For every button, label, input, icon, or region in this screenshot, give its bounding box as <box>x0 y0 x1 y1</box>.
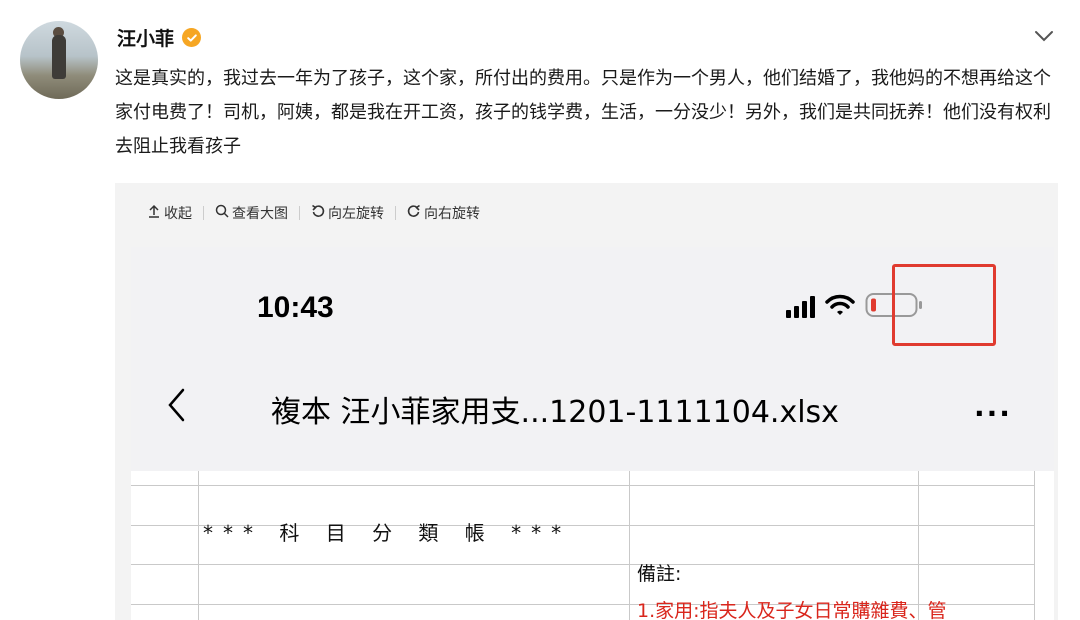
divider <box>299 206 300 220</box>
status-time: 10:43 <box>257 291 334 324</box>
grid-line <box>198 471 199 620</box>
sheet-heading: *** 科 目 分 類 帳 *** <box>203 521 572 545</box>
collapse-icon <box>147 204 161 222</box>
author-name[interactable]: 汪小菲 <box>117 24 174 51</box>
grid-line <box>1034 471 1035 620</box>
file-title: 複本 汪小菲家用支...1201-1111104.xlsx <box>271 395 839 430</box>
note-text: 1.家用:指夫人及子女日常購雜費、管 <box>637 600 947 620</box>
rotate-left-icon <box>311 204 325 222</box>
grid-line <box>629 471 630 620</box>
divider <box>203 206 204 220</box>
chevron-down-icon[interactable] <box>1034 28 1054 47</box>
avatar-person-body <box>52 35 66 79</box>
attached-screenshot[interactable]: 10:43 複本 汪小菲家用支...1201-1111104.xlsx ··· … <box>131 247 1054 620</box>
rotate-left-button[interactable]: 向左旋转 <box>311 203 384 223</box>
more-icon[interactable]: ··· <box>974 397 1012 430</box>
grid-line <box>131 485 1034 486</box>
grid-line <box>131 564 1034 565</box>
back-icon[interactable] <box>167 387 187 427</box>
note-label: 備註: <box>637 563 682 585</box>
avatar[interactable] <box>20 21 98 99</box>
image-toolbar: 收起 查看大图 向左旋转 向右旋转 <box>115 183 1058 243</box>
signal-icon <box>786 296 815 318</box>
verified-icon <box>182 28 202 47</box>
image-viewer: 收起 查看大图 向左旋转 向右旋转 10:43 複本 汪小菲家用支...1201… <box>115 183 1058 620</box>
post-author[interactable]: 汪小菲 <box>117 24 202 51</box>
wifi-icon <box>825 293 855 321</box>
collapse-button[interactable]: 收起 <box>147 203 192 223</box>
rotate-right-icon <box>407 204 421 222</box>
divider <box>395 206 396 220</box>
post-text: 这是真实的，我过去一年为了孩子，这个家，所付出的费用。只是作为一个男人，他们结婚… <box>115 68 1051 157</box>
search-icon <box>215 204 229 222</box>
view-large-button[interactable]: 查看大图 <box>215 203 288 223</box>
rotate-right-button[interactable]: 向右旋转 <box>407 203 480 223</box>
spreadsheet: *** 科 目 分 類 帳 *** 備註: 1.家用:指夫人及子女日常購雜費、管 <box>131 471 1054 620</box>
battery-highlight-box <box>892 264 996 346</box>
